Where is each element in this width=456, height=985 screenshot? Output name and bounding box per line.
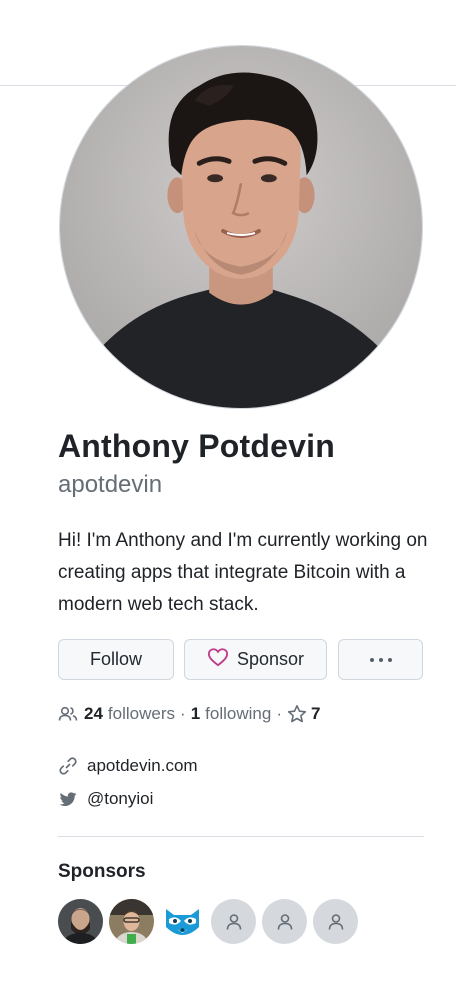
twitter-icon xyxy=(58,789,78,809)
kebab-horizontal-icon xyxy=(369,657,392,662)
link-icon xyxy=(58,756,78,776)
sponsor-avatar-placeholder[interactable] xyxy=(262,899,307,944)
more-options-button[interactable] xyxy=(338,639,423,680)
person-icon xyxy=(226,913,241,930)
profile-bio: Hi! I'm Anthony and I'm currently workin… xyxy=(58,530,428,615)
follow-button-label: Follow xyxy=(89,649,142,669)
twitter-link[interactable]: @tonyioi xyxy=(58,789,153,809)
star-icon[interactable] xyxy=(287,704,307,724)
stats-separator-2: · xyxy=(276,704,282,723)
sponsor-button[interactable]: Sponsor xyxy=(184,639,327,680)
stars-count[interactable]: 7 xyxy=(311,704,320,724)
followers-count[interactable]: 24 xyxy=(84,704,103,724)
person-icon xyxy=(277,913,292,930)
follow-stats: 24 followers · 1 following · 7 xyxy=(58,702,320,726)
sponsor-avatar[interactable] xyxy=(160,899,205,944)
sponsor-avatar-placeholder[interactable] xyxy=(313,899,358,944)
profile-avatar[interactable] xyxy=(59,45,423,409)
follow-button[interactable]: Follow xyxy=(58,639,174,680)
following-link[interactable]: following xyxy=(205,704,271,724)
followers-link[interactable]: followers xyxy=(108,704,175,724)
website-url[interactable]: apotdevin.com xyxy=(87,756,198,776)
sponsors-list xyxy=(58,899,358,944)
sponsor-button-label: Sponsor xyxy=(236,649,305,669)
sponsor-avatar-placeholder[interactable] xyxy=(211,899,256,944)
person-icon xyxy=(328,913,343,930)
website-link[interactable]: apotdevin.com xyxy=(58,756,198,776)
twitter-handle[interactable]: @tonyioi xyxy=(87,789,153,809)
sponsor-avatar[interactable] xyxy=(109,899,154,944)
sponsor-avatar[interactable] xyxy=(58,899,103,944)
profile-name: Anthony Potdevin xyxy=(58,428,335,464)
heart-icon xyxy=(207,647,229,672)
section-divider xyxy=(58,836,424,837)
following-count[interactable]: 1 xyxy=(191,704,200,724)
stats-separator: · xyxy=(180,704,186,723)
sponsors-heading: Sponsors xyxy=(58,861,146,882)
profile-username: apotdevin xyxy=(58,471,163,498)
people-icon xyxy=(58,704,78,724)
avatar-photo xyxy=(60,46,422,408)
